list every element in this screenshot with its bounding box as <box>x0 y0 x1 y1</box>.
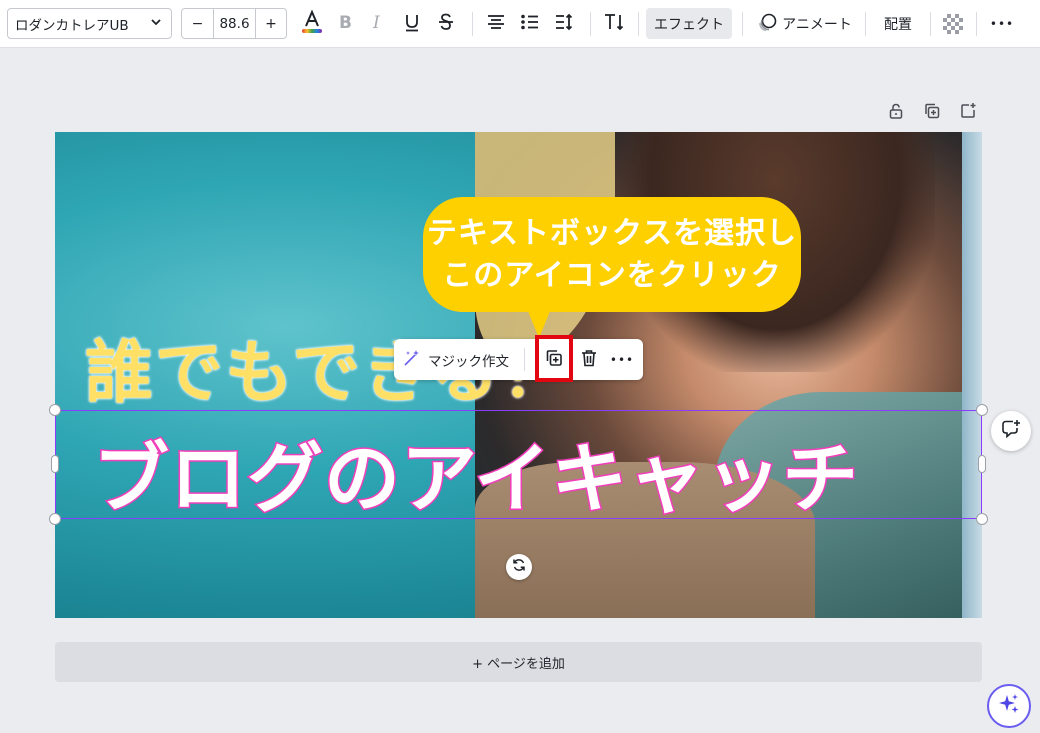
rotate-handle[interactable] <box>506 554 532 580</box>
toolbar-divider <box>976 12 977 36</box>
trash-icon <box>579 348 599 372</box>
bold-button[interactable]: B <box>333 8 357 39</box>
decrease-font-size-button[interactable]: − <box>182 9 214 38</box>
resize-handle-right[interactable] <box>978 455 986 473</box>
toolbar-divider <box>638 12 639 36</box>
font-size-input[interactable]: 88.6 <box>214 9 255 38</box>
toolbar-divider <box>472 12 473 36</box>
add-comment-button[interactable] <box>991 411 1031 451</box>
text-color-icon <box>300 8 324 39</box>
rotate-icon <box>511 557 527 577</box>
duplicate-page-button[interactable] <box>921 102 943 124</box>
spacing-button[interactable] <box>551 8 577 39</box>
bullet-list-icon <box>520 14 540 34</box>
comment-plus-icon <box>1000 418 1022 444</box>
transparency-icon <box>943 13 963 34</box>
add-page-icon-button[interactable] <box>957 102 979 124</box>
duplicate-highlight-annotation <box>535 335 573 382</box>
duplicate-icon <box>923 102 941 124</box>
chevron-down-icon <box>149 15 163 33</box>
effects-button[interactable]: エフェクト <box>646 8 732 39</box>
font-size-control: − 88.6 + <box>181 8 287 39</box>
vertical-text-button[interactable] <box>600 8 628 39</box>
resize-handle-bottom-left[interactable] <box>49 513 61 525</box>
magic-write-button[interactable]: マジック作文 <box>402 344 509 375</box>
increase-font-size-button[interactable]: + <box>255 9 286 38</box>
context-more-button[interactable]: ••• <box>607 344 637 375</box>
bubble-line-2: このアイコンをクリック <box>442 257 782 293</box>
font-family-label: ロダンカトレアUB <box>15 17 129 34</box>
add-page-button[interactable]: + ページを追加 <box>55 642 982 682</box>
lock-icon <box>887 102 905 124</box>
add-page-icon <box>959 102 977 124</box>
canvas-right-edge <box>962 132 982 618</box>
context-toolbar: マジック作文 ••• <box>394 339 643 380</box>
toolbar-divider <box>742 12 743 36</box>
speech-bubble[interactable]: テキストボックスを選択し このアイコンをクリック <box>423 197 801 312</box>
animate-label: アニメート <box>782 16 852 33</box>
underline-icon <box>403 12 421 36</box>
resize-handle-top-left[interactable] <box>49 404 61 416</box>
align-center-icon <box>486 14 506 34</box>
underline-button[interactable] <box>400 8 424 39</box>
toolbar-divider <box>590 12 591 36</box>
bold-icon: B <box>337 13 353 35</box>
strikethrough-button[interactable] <box>434 8 458 39</box>
top-toolbar: ロダンカトレアUB − 88.6 + B I エフェクト アニメート 配置 ••… <box>0 0 1040 48</box>
magic-wand-icon <box>402 348 422 372</box>
animate-icon <box>758 12 778 36</box>
toolbar-divider <box>865 12 866 36</box>
delete-element-button[interactable] <box>574 344 604 375</box>
text-color-button[interactable] <box>298 8 326 39</box>
lock-page-button[interactable] <box>885 102 907 124</box>
context-toolbar-divider <box>524 348 525 371</box>
list-button[interactable] <box>517 8 543 39</box>
text-align-button[interactable] <box>483 8 509 39</box>
animate-button[interactable]: アニメート <box>755 8 855 39</box>
svg-text:I: I <box>372 13 380 31</box>
resize-handle-bottom-right[interactable] <box>976 513 988 525</box>
resize-handle-left[interactable] <box>51 455 59 473</box>
vertical-text-icon <box>603 12 625 36</box>
sparkle-icon <box>997 692 1021 720</box>
more-options-button[interactable]: ••• <box>986 8 1018 39</box>
line-spacing-icon <box>554 13 574 35</box>
transparency-button[interactable] <box>940 8 966 39</box>
bubble-line-1: テキストボックスを選択し <box>426 215 798 251</box>
resize-handle-top-right[interactable] <box>976 404 988 416</box>
strikethrough-icon <box>437 12 455 36</box>
arrange-button[interactable]: 配置 <box>875 8 921 39</box>
toolbar-divider <box>930 12 931 36</box>
magic-assistant-button[interactable] <box>987 684 1031 728</box>
font-family-dropdown[interactable]: ロダンカトレアUB <box>7 8 172 39</box>
magic-write-label: マジック作文 <box>428 353 509 370</box>
italic-icon: I <box>370 13 386 35</box>
italic-button[interactable]: I <box>366 8 390 39</box>
text-selection-box[interactable] <box>55 410 982 519</box>
svg-text:B: B <box>339 13 352 31</box>
